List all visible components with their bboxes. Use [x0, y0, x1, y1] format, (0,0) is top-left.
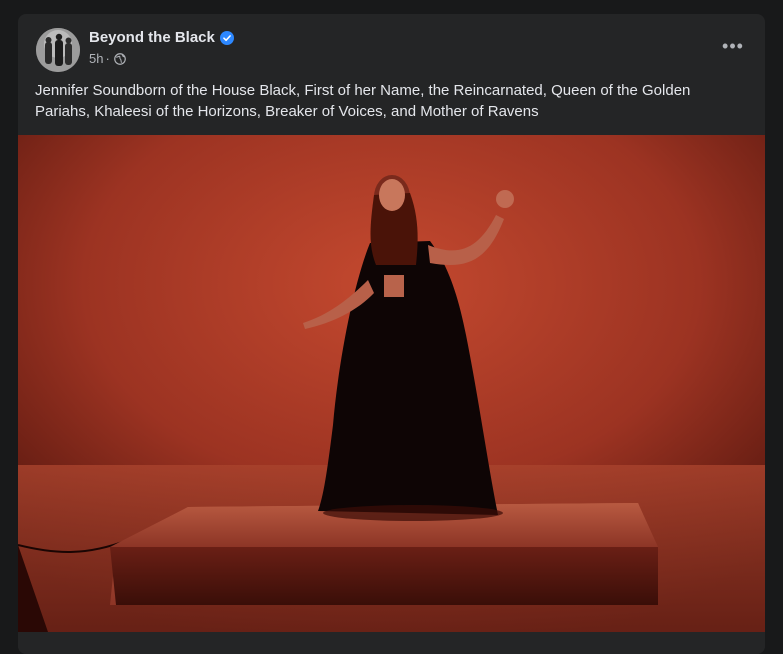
post-actions-strip [18, 632, 765, 654]
ellipsis-icon: ••• [722, 35, 744, 56]
globe-icon[interactable] [113, 52, 126, 65]
photo-image [18, 135, 765, 632]
meta-separator: · [105, 51, 110, 66]
page-name-link[interactable]: Beyond the Black [89, 29, 215, 46]
post-timestamp[interactable]: 5h [89, 51, 103, 66]
post-header: Beyond the Black 5h · ••• [18, 14, 765, 78]
feed-post: Beyond the Black 5h · ••• Jennifer Sound… [18, 14, 765, 654]
post-caption: Jennifer Soundborn of the House Black, F… [35, 82, 691, 120]
verified-badge-icon [219, 30, 234, 45]
post-photo[interactable] [18, 135, 765, 632]
page-avatar[interactable] [36, 28, 80, 72]
post-options-button[interactable]: ••• [715, 32, 751, 60]
band-photo-icon [36, 28, 80, 72]
